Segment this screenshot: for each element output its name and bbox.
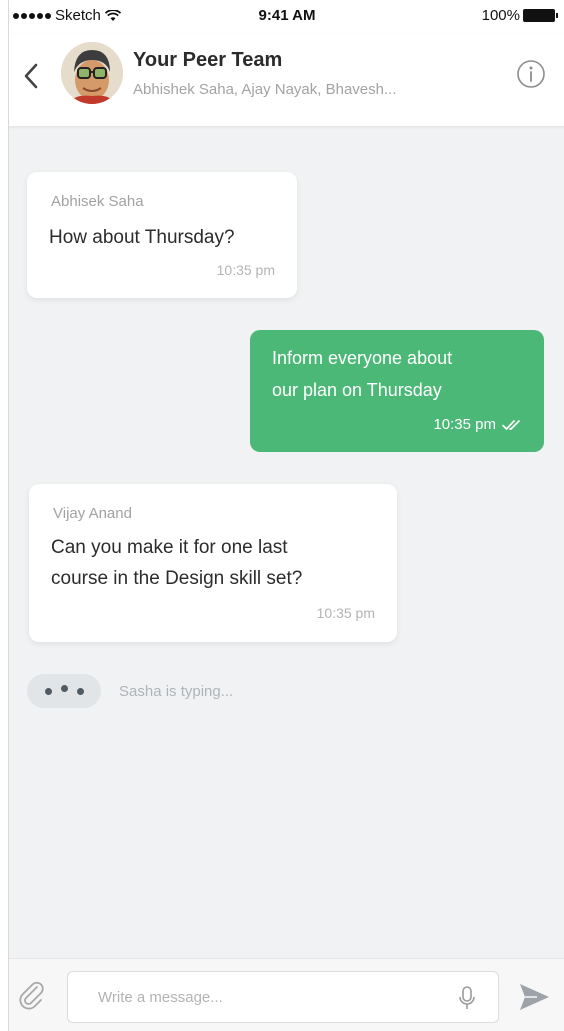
message-outgoing[interactable]: Inform everyone about our plan on Thursd… bbox=[250, 330, 544, 452]
typing-dots-icon bbox=[27, 674, 101, 708]
microphone-icon bbox=[459, 986, 475, 1009]
group-avatar[interactable] bbox=[61, 42, 123, 104]
message-incoming[interactable]: Abhisek Saha How about Thursday? 10:35 p… bbox=[27, 172, 297, 298]
send-button[interactable] bbox=[517, 981, 551, 1013]
message-line: our plan on Thursday bbox=[272, 380, 442, 400]
message-line: course in the Design skill set? bbox=[51, 568, 303, 589]
chat-title: Your Peer Team bbox=[133, 49, 283, 71]
message-line: Inform everyone about bbox=[272, 348, 453, 368]
message-meta: 10:35 pm bbox=[433, 416, 524, 433]
message-line: Can you make it for one last bbox=[51, 537, 288, 558]
message-sender: Vijay Anand bbox=[53, 505, 132, 522]
message-text: Inform everyone about our plan on Thursd… bbox=[272, 342, 452, 406]
status-right: 100% bbox=[481, 7, 558, 24]
back-button[interactable] bbox=[15, 56, 47, 96]
attach-button[interactable] bbox=[17, 979, 47, 1011]
mic-button[interactable] bbox=[457, 985, 477, 1011]
double-check-icon bbox=[502, 419, 520, 430]
chat-screen: Sketch 9:41 AM 100% Your Peer Team Abhis… bbox=[8, 0, 564, 1031]
message-time: 10:35 pm bbox=[433, 416, 496, 433]
typing-text: Sasha is typing... bbox=[119, 682, 234, 700]
message-text: Can you make it for one last course in t… bbox=[51, 532, 391, 594]
message-time: 10:35 pm bbox=[316, 605, 375, 621]
battery-percent: 100% bbox=[481, 7, 520, 24]
typing-indicator: Sasha is typing... bbox=[27, 674, 233, 708]
message-time: 10:35 pm bbox=[216, 262, 275, 278]
message-sender: Abhisek Saha bbox=[51, 193, 144, 210]
paperclip-icon bbox=[19, 981, 44, 1010]
status-bar: Sketch 9:41 AM 100% bbox=[9, 0, 564, 34]
info-button[interactable] bbox=[515, 58, 547, 90]
message-composer bbox=[9, 958, 564, 1031]
chevron-left-icon bbox=[24, 63, 38, 89]
battery-icon bbox=[523, 9, 558, 22]
message-incoming[interactable]: Vijay Anand Can you make it for one last… bbox=[29, 484, 397, 642]
info-icon bbox=[517, 60, 545, 88]
send-icon bbox=[520, 984, 549, 1010]
message-input[interactable] bbox=[67, 971, 499, 1023]
avatar-illustration bbox=[61, 42, 123, 104]
message-text: How about Thursday? bbox=[49, 222, 235, 253]
chat-members: Abhishek Saha, Ajay Nayak, Bhavesh... bbox=[133, 81, 397, 98]
message-line: How about Thursday? bbox=[49, 227, 235, 248]
chat-header: Your Peer Team Abhishek Saha, Ajay Nayak… bbox=[9, 34, 564, 126]
